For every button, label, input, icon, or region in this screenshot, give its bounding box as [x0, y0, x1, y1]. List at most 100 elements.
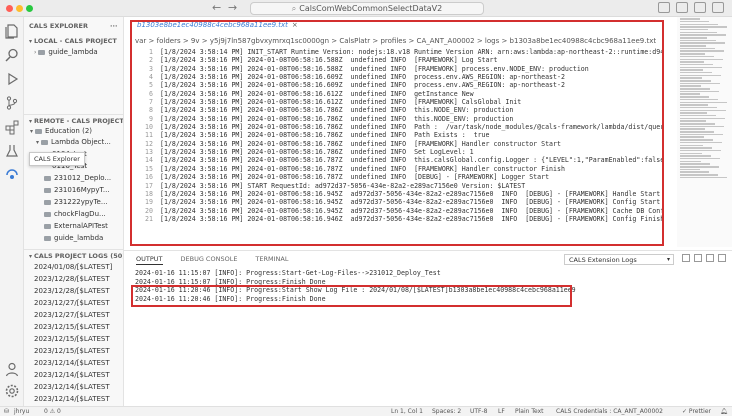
- code-lines[interactable]: 1 [1/8/2024 3:58:14 PM] INIT_START Runtim…: [131, 48, 677, 223]
- language-mode[interactable]: Plain Text: [515, 408, 543, 415]
- code-line[interactable]: 2 [1/8/2024 3:58:16 PM] 2024-01-08T06:58:…: [131, 56, 677, 64]
- more-actions-icon[interactable]: ···: [110, 22, 117, 30]
- log-item[interactable]: 2023/12/15/[$LATEST: [34, 323, 110, 331]
- log-item[interactable]: 2023/12/14/[$LATEST: [34, 359, 110, 367]
- end-of-line[interactable]: LF: [498, 408, 505, 415]
- code-line[interactable]: 10 [1/8/2024 3:58:16 PM] 2024-01-08T06:58…: [131, 123, 677, 131]
- code-line[interactable]: 16 [1/8/2024 3:58:16 PM] 2024-01-08T06:58…: [131, 173, 677, 181]
- maximize-window-button[interactable]: [26, 5, 33, 12]
- notifications-bell-icon[interactable]: 🔔︎: [720, 408, 728, 415]
- run-debug-icon[interactable]: [4, 71, 20, 87]
- tree-item[interactable]: 231012_Deplo...: [44, 174, 111, 182]
- breadcrumb[interactable]: var > folders > 9v > y5j9j7ln587gbvxymrx…: [135, 37, 656, 45]
- toggle-sidebar-icon[interactable]: [658, 2, 670, 13]
- log-item[interactable]: 2023/12/15/[$LATEST: [34, 347, 110, 355]
- encoding[interactable]: UTF-8: [470, 408, 488, 415]
- code-line[interactable]: 19 [1/8/2024 3:58:16 PM] 2024-01-08T06:58…: [131, 198, 677, 206]
- local-section-header[interactable]: ▾ LOCAL - CALS PROJECT: [29, 37, 117, 45]
- tree-item[interactable]: ExternalAPITest: [44, 222, 108, 230]
- cals-credentials[interactable]: CALS Credentials : CA_ANT_A00002: [556, 408, 663, 415]
- toggle-secondary-sidebar-icon[interactable]: [694, 2, 706, 13]
- minimap-line: [680, 155, 711, 157]
- code-line[interactable]: 20 [1/8/2024 3:58:16 PM] 2024-01-08T06:58…: [131, 207, 677, 215]
- forward-arrow-icon[interactable]: →: [228, 1, 237, 14]
- line-number: 8: [149, 106, 153, 115]
- tree-item[interactable]: chockFlagDu...: [44, 210, 106, 218]
- log-item[interactable]: 2023/12/14/[$LATEST: [34, 383, 110, 391]
- code-line[interactable]: 5 [1/8/2024 3:58:16 PM] 2024-01-08T06:58:…: [131, 81, 677, 89]
- settings-gear-icon[interactable]: [4, 383, 20, 399]
- code-line[interactable]: 18 [1/8/2024 3:58:16 PM] 2024-01-08T06:58…: [131, 190, 677, 198]
- testing-beaker-icon[interactable]: [4, 143, 20, 159]
- tree-education[interactable]: ▾ Education (2): [30, 127, 92, 135]
- log-item[interactable]: 2023/12/14/[$LATEST: [34, 395, 110, 403]
- tree-lambda-object[interactable]: ▾ Lambda Object...: [36, 138, 111, 146]
- back-arrow-icon[interactable]: ←: [212, 1, 221, 14]
- log-item[interactable]: 2023/12/28/[$LATEST: [34, 287, 110, 295]
- remote-indicator-icon[interactable]: ⛁: [4, 408, 9, 415]
- tab-output[interactable]: OUTPUT: [136, 255, 163, 265]
- minimap-line: [680, 50, 724, 52]
- tree-item[interactable]: 231222ypyTe...: [44, 198, 108, 206]
- code-line[interactable]: 11 [1/8/2024 3:58:16 PM] 2024-01-08T06:58…: [131, 131, 677, 139]
- log-item[interactable]: 2024/01/08/[$LATEST]: [34, 263, 112, 271]
- maximize-panel-icon[interactable]: [706, 254, 714, 262]
- tree-item[interactable]: 231016MypyT...: [44, 186, 110, 194]
- customize-layout-icon[interactable]: [712, 2, 724, 13]
- log-item[interactable]: 2023/12/27/[$LATEST: [34, 311, 110, 319]
- code-line[interactable]: 3 [1/8/2024 3:58:16 PM] 2024-01-08T06:58:…: [131, 65, 677, 73]
- extensions-icon[interactable]: [4, 119, 20, 135]
- account-icon[interactable]: [4, 361, 20, 377]
- line-number: 11: [145, 131, 153, 140]
- explorer-files-icon[interactable]: [4, 23, 20, 39]
- line-text: [1/8/2024 3:58:16 PM] 2024-01-08T06:58:1…: [160, 139, 561, 148]
- remote-section-header[interactable]: ▾ REMOTE - CALS PROJECT...: [29, 117, 123, 125]
- local-item-guide-lambda[interactable]: › guide_lambda: [34, 48, 98, 56]
- log-item[interactable]: 2023/12/28/[$LATEST: [34, 275, 110, 283]
- indentation[interactable]: Spaces: 2: [432, 408, 461, 415]
- log-item[interactable]: 2023/12/15/[$LATEST: [34, 335, 110, 343]
- code-line[interactable]: 12 [1/8/2024 3:58:16 PM] 2024-01-08T06:58…: [131, 140, 677, 148]
- code-line[interactable]: 4 [1/8/2024 3:58:16 PM] 2024-01-08T06:58:…: [131, 73, 677, 81]
- minimap-line: [680, 26, 727, 28]
- problems-indicator[interactable]: 0 ⚠ 0: [44, 408, 61, 415]
- code-line[interactable]: 13 [1/8/2024 3:58:16 PM] 2024-01-08T06:58…: [131, 148, 677, 156]
- tab-terminal[interactable]: TERMINAL: [255, 255, 288, 265]
- close-panel-icon[interactable]: [718, 254, 726, 262]
- minimap-line: [680, 93, 700, 95]
- command-center-search[interactable]: ⌕ CalsComWebCommonSelectDataV2: [250, 2, 484, 15]
- code-line[interactable]: 9 [1/8/2024 3:58:16 PM] 2024-01-08T06:58:…: [131, 115, 677, 123]
- code-line[interactable]: 8 [1/8/2024 3:58:16 PM] 2024-01-08T06:58:…: [131, 106, 677, 114]
- lock-scroll-icon[interactable]: [694, 254, 702, 262]
- log-item[interactable]: 2023/12/14/[$LATEST: [34, 371, 110, 379]
- prettier-status[interactable]: ✓ Prettier: [682, 408, 711, 415]
- editor-tab[interactable]: b1303e8be1ec40988c4cebc968a11ee9.txt ×: [131, 17, 298, 34]
- tab-debug-console[interactable]: DEBUG CONSOLE: [181, 255, 238, 265]
- tree-item[interactable]: guide_lambda: [44, 234, 103, 242]
- log-item[interactable]: 2023/12/27/[$LATEST: [34, 299, 110, 307]
- line-text: [1/8/2024 3:58:16 PM] 2024-01-08T06:58:1…: [160, 189, 661, 198]
- minimap-line: [680, 53, 705, 55]
- code-line[interactable]: 14 [1/8/2024 3:58:16 PM] 2024-01-08T06:58…: [131, 156, 677, 164]
- clear-output-icon[interactable]: [682, 254, 690, 262]
- minimap[interactable]: [677, 17, 732, 247]
- toggle-panel-icon[interactable]: [676, 2, 688, 13]
- logs-section-header[interactable]: ▾ CALS PROJECT LOGS (50): [29, 252, 123, 260]
- code-line[interactable]: 7 [1/8/2024 3:58:16 PM] 2024-01-08T06:58:…: [131, 98, 677, 106]
- account-status[interactable]: jhryu: [14, 408, 29, 415]
- close-tab-icon[interactable]: ×: [292, 21, 298, 29]
- cals-extension-icon[interactable]: [4, 167, 20, 183]
- minimap-line: [680, 61, 704, 63]
- output-channel-select[interactable]: CALS Extension Logs: [564, 254, 674, 265]
- cursor-position[interactable]: Ln 1, Col 1: [391, 408, 423, 415]
- code-line[interactable]: 17 [1/8/2024 3:58:16 PM] START RequestId:…: [131, 182, 677, 190]
- code-line[interactable]: 15 [1/8/2024 3:58:16 PM] 2024-01-08T06:58…: [131, 165, 677, 173]
- cals-explorer-tooltip: CALS Explorer: [29, 152, 85, 166]
- close-window-button[interactable]: [6, 5, 13, 12]
- code-line[interactable]: 6 [1/8/2024 3:58:16 PM] 2024-01-08T06:58:…: [131, 90, 677, 98]
- code-line[interactable]: 1 [1/8/2024 3:58:14 PM] INIT_START Runtim…: [131, 48, 677, 56]
- minimize-window-button[interactable]: [16, 5, 23, 12]
- code-line[interactable]: 21 [1/8/2024 3:58:16 PM] 2024-01-08T06:58…: [131, 215, 677, 223]
- source-control-icon[interactable]: [4, 95, 20, 111]
- search-icon[interactable]: [4, 47, 20, 63]
